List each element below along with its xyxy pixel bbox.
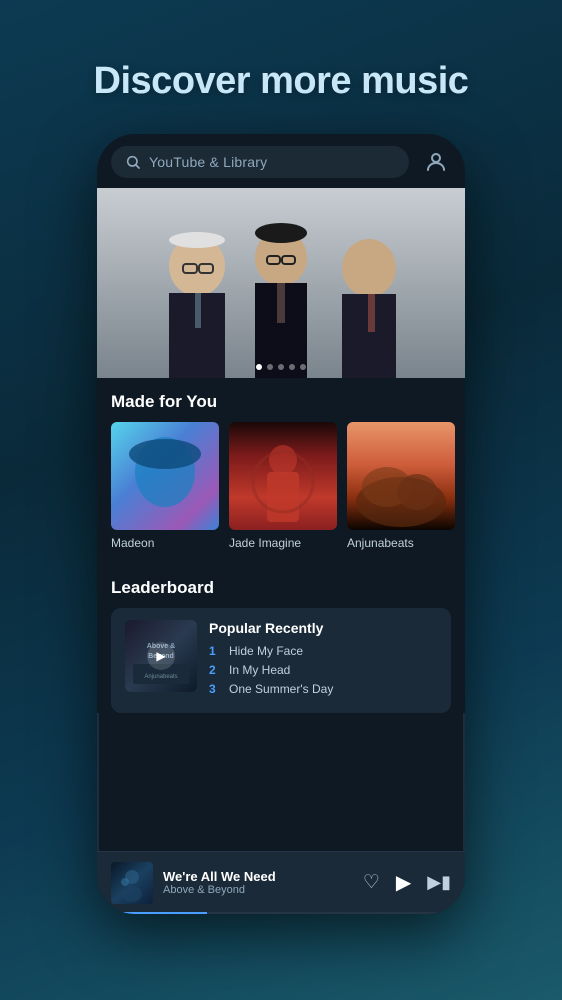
search-icon (125, 154, 141, 170)
now-playing-controls: ♡ ▶ ▶▮ (363, 870, 451, 895)
album-item-jade[interactable]: Jade Imagine (229, 422, 337, 550)
hero-title: Discover more music (94, 60, 469, 104)
album-cover-jade (229, 422, 337, 530)
now-playing-info: We're All We Need Above & Beyond (163, 869, 353, 896)
track-item-1[interactable]: 1 Hide My Face (209, 644, 437, 658)
leaderboard-info: Popular Recently 1 Hide My Face 2 In My … (209, 620, 437, 701)
now-playing-bar: We're All We Need Above & Beyond ♡ ▶ ▶▮ (97, 851, 465, 914)
track-name-2: In My Head (229, 663, 290, 677)
now-playing-artist: Above & Beyond (163, 884, 353, 896)
track-name-3: One Summer's Day (229, 682, 333, 696)
track-num-3: 3 (209, 682, 221, 696)
banner (97, 188, 465, 378)
track-item-3[interactable]: 3 One Summer's Day (209, 682, 437, 696)
progress-fill (97, 912, 207, 914)
now-playing-thumbnail (111, 862, 153, 904)
dot-4[interactable] (289, 364, 295, 370)
album-item-madeon[interactable]: Madeon (111, 422, 219, 550)
album-cover-anjuna (347, 422, 455, 530)
dot-3[interactable] (278, 364, 284, 370)
dot-1[interactable] (256, 364, 262, 370)
made-for-you-section: Made for You (97, 378, 465, 564)
play-icon[interactable]: ▶ (396, 870, 411, 895)
album-row: Madeon (97, 422, 465, 564)
heart-icon[interactable]: ♡ (363, 871, 380, 894)
popular-recently-title: Popular Recently (209, 620, 437, 636)
album-cover-madeon (111, 422, 219, 530)
album-label-anjuna: Anjunabeats (347, 536, 455, 550)
search-bar: YouTube & Library (97, 134, 465, 188)
track-name-1: Hide My Face (229, 644, 303, 658)
dot-2[interactable] (267, 364, 273, 370)
svg-text:Anjunabeats: Anjunabeats (144, 674, 177, 680)
play-button-overlay[interactable]: ▶ (147, 642, 175, 670)
made-for-you-title: Made for You (97, 378, 465, 422)
progress-bar (97, 912, 465, 914)
skip-next-icon[interactable]: ▶▮ (427, 872, 451, 893)
leaderboard-title: Leaderboard (97, 564, 465, 608)
carousel-dots (256, 364, 306, 370)
track-num-1: 1 (209, 644, 221, 658)
now-playing-title: We're All We Need (163, 869, 353, 884)
leaderboard-section: Leaderboard Above & Beyond Anjunab (97, 564, 465, 713)
search-placeholder: YouTube & Library (149, 154, 267, 170)
album-label-jade: Jade Imagine (229, 536, 337, 550)
track-item-2[interactable]: 2 In My Head (209, 663, 437, 677)
leaderboard-card[interactable]: Above & Beyond Anjunabeats ▶ Popular Rec… (111, 608, 451, 713)
profile-button[interactable] (421, 147, 451, 177)
track-num-2: 2 (209, 663, 221, 677)
leaderboard-thumbnail: Above & Beyond Anjunabeats ▶ (125, 620, 197, 692)
phone-shell: YouTube & Library (97, 134, 465, 914)
dot-5[interactable] (300, 364, 306, 370)
search-input-area[interactable]: YouTube & Library (111, 146, 409, 178)
album-item-anjuna[interactable]: Anjunabeats (347, 422, 455, 550)
album-label-madeon: Madeon (111, 536, 219, 550)
